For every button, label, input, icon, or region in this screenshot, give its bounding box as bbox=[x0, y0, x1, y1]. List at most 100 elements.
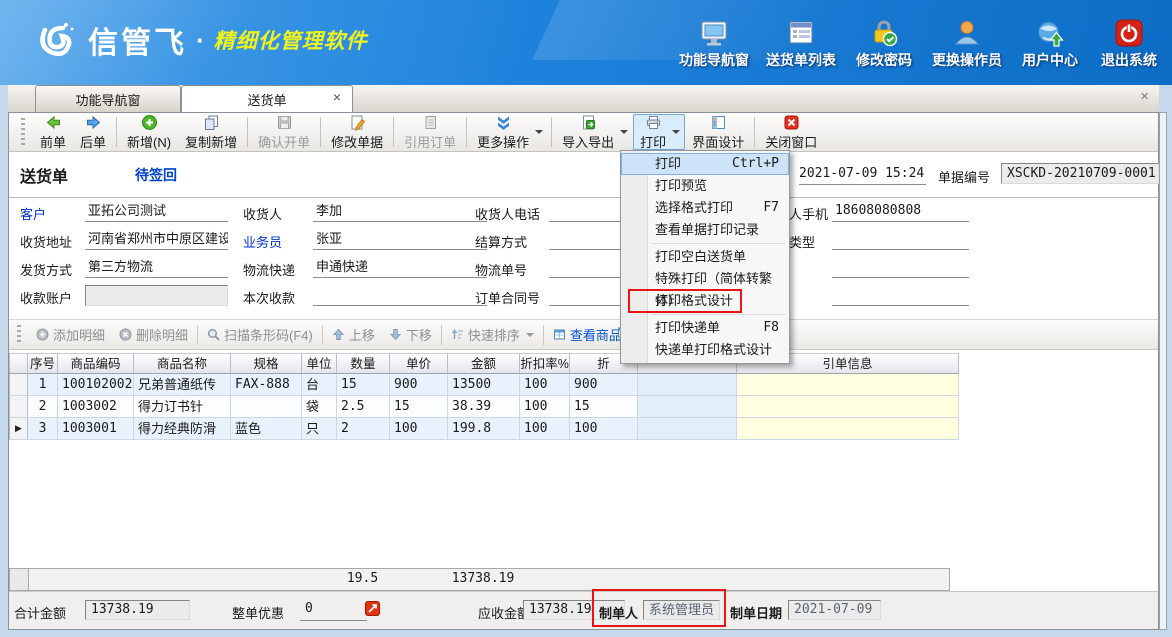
cell-hidden[interactable] bbox=[638, 374, 737, 396]
menu-item-view-print-log[interactable]: 查看单据打印记录 bbox=[621, 219, 789, 241]
cell-hidden[interactable] bbox=[638, 396, 737, 418]
move-down-button[interactable]: 下移 bbox=[382, 325, 439, 344]
scan-barcode-button[interactable]: 扫描条形码(F4) bbox=[200, 325, 320, 344]
cell-ref-info[interactable] bbox=[737, 418, 959, 440]
cell-product-code[interactable]: 100102002 bbox=[58, 374, 134, 396]
cell-spec[interactable]: FAX-888 bbox=[231, 374, 302, 396]
column-header-spec[interactable]: 规格 bbox=[231, 353, 302, 374]
menu-item-print-express[interactable]: 打印快递单F8 bbox=[621, 317, 789, 339]
cell-amount[interactable]: 38.39 bbox=[448, 396, 520, 418]
close-all-tabs-icon[interactable]: × bbox=[1140, 89, 1149, 104]
column-header-unit[interactable]: 单位 bbox=[302, 353, 337, 374]
logistics-field[interactable]: 申通快递 bbox=[313, 257, 487, 278]
cell-price[interactable]: 15 bbox=[390, 396, 448, 418]
column-header-qty[interactable]: 数量 bbox=[337, 353, 390, 374]
cell-unit[interactable]: 台 bbox=[302, 374, 337, 396]
menu-item-express-format-design[interactable]: 快递单打印格式设计 bbox=[621, 339, 789, 361]
column-header-discount-rate[interactable]: 折扣率% bbox=[520, 353, 570, 374]
menu-item-print-blank[interactable]: 打印空白送货单 bbox=[621, 246, 789, 268]
menu-item-print[interactable]: 打印Ctrl+P bbox=[621, 153, 789, 175]
tab-delivery-order[interactable]: 送货单× bbox=[181, 85, 353, 112]
menu-item-select-format-print[interactable]: 选择格式打印F7 bbox=[621, 197, 789, 219]
header-nav-user-center[interactable]: 用户中心 bbox=[1019, 18, 1081, 70]
menu-item-print-format-design[interactable]: 打印格式设计 bbox=[621, 290, 789, 312]
cell-qty[interactable]: 15 bbox=[337, 374, 390, 396]
column-header-product-name[interactable]: 商品名称 bbox=[134, 353, 231, 374]
row-selector-cell[interactable] bbox=[9, 396, 28, 418]
hidden-1-field[interactable] bbox=[832, 257, 969, 278]
cell-discount-rate[interactable]: 100 bbox=[520, 396, 570, 418]
account-field[interactable] bbox=[85, 285, 228, 306]
reference-order-button[interactable]: 引用订单 bbox=[397, 114, 463, 150]
copy-new-button[interactable]: 复制新增 bbox=[178, 114, 244, 150]
type-field[interactable] bbox=[832, 229, 969, 250]
address-field[interactable]: 河南省郑州市中原区建设路 bbox=[85, 229, 228, 250]
prev-order-button[interactable]: 前单 bbox=[33, 114, 73, 150]
cell-discount-rate[interactable]: 100 bbox=[520, 374, 570, 396]
header-nav-delivery-list[interactable]: 送货单列表 bbox=[766, 18, 836, 70]
cell-product-name[interactable]: 得力订书针 bbox=[134, 396, 231, 418]
receiver-field[interactable]: 李加 bbox=[313, 201, 487, 222]
cell-discounted[interactable]: 15 bbox=[570, 396, 638, 418]
discount-edit-button[interactable] bbox=[364, 600, 381, 617]
toolbar-grip[interactable] bbox=[21, 118, 25, 146]
current-row-marker[interactable]: ▶ bbox=[9, 418, 28, 440]
order-datetime-field[interactable]: 2021-07-09 15:24 bbox=[799, 164, 926, 185]
add-row-button[interactable]: 添加明细 bbox=[29, 325, 112, 344]
cell-amount[interactable]: 199.8 bbox=[448, 418, 520, 440]
vertical-scrollbar[interactable] bbox=[1159, 112, 1167, 630]
ship-method-field[interactable]: 第三方物流 bbox=[85, 257, 228, 278]
import-export-button[interactable]: 导入导出 bbox=[555, 114, 633, 150]
cell-discounted[interactable]: 100 bbox=[570, 418, 638, 440]
cell-product-name[interactable]: 得力经典防滑 bbox=[134, 418, 231, 440]
tab-close-icon[interactable]: × bbox=[333, 90, 341, 104]
cell-discount-rate[interactable]: 100 bbox=[520, 418, 570, 440]
cell-discounted[interactable]: 900 bbox=[570, 374, 638, 396]
cell-spec[interactable]: 蓝色 bbox=[231, 418, 302, 440]
cell-product-name[interactable]: 兄弟普通纸传 bbox=[134, 374, 231, 396]
hidden-2-field[interactable] bbox=[832, 285, 969, 306]
cell-hidden[interactable] bbox=[638, 418, 737, 440]
cell-ref-info[interactable] bbox=[737, 396, 959, 418]
move-up-button[interactable]: 上移 bbox=[325, 325, 382, 344]
column-header-selector[interactable] bbox=[9, 353, 28, 374]
cell-qty[interactable]: 2 bbox=[337, 418, 390, 440]
cell-product-code[interactable]: 1003001 bbox=[58, 418, 134, 440]
print-button[interactable]: 打印 bbox=[633, 114, 685, 150]
header-nav-function-nav[interactable]: 功能导航窗 bbox=[679, 18, 749, 70]
customer-field[interactable]: 亚拓公司测试 bbox=[85, 201, 228, 222]
menu-item-print-preview[interactable]: 打印预览 bbox=[621, 175, 789, 197]
column-header-amount[interactable]: 金额 bbox=[448, 353, 520, 374]
delete-row-button[interactable]: 删除明细 bbox=[112, 325, 195, 344]
ui-design-button[interactable]: 界面设计 bbox=[685, 114, 751, 150]
quick-sort-button[interactable]: 快速排序 bbox=[444, 325, 541, 344]
detail-toolbar-grip[interactable] bbox=[17, 325, 21, 345]
cell-price[interactable]: 100 bbox=[390, 418, 448, 440]
cell-amount[interactable]: 13500 bbox=[448, 374, 520, 396]
cell-unit[interactable]: 只 bbox=[302, 418, 337, 440]
confirm-order-button[interactable]: 确认开单 bbox=[251, 114, 317, 150]
header-nav-change-password[interactable]: 修改密码 bbox=[853, 18, 915, 70]
column-header-seq[interactable]: 序号 bbox=[28, 353, 58, 374]
header-nav-switch-operator[interactable]: 更换操作员 bbox=[932, 18, 1002, 70]
cell-unit[interactable]: 袋 bbox=[302, 396, 337, 418]
next-order-button[interactable]: 后单 bbox=[73, 114, 113, 150]
header-nav-exit-system[interactable]: 退出系统 bbox=[1098, 18, 1160, 70]
close-window-button[interactable]: 关闭窗口 bbox=[758, 114, 824, 150]
menu-item-special-print[interactable]: 特殊打印（简体转繁体） bbox=[621, 268, 789, 290]
payment-field[interactable] bbox=[313, 285, 487, 306]
salesman-field[interactable]: 张亚 bbox=[313, 229, 487, 250]
column-header-product-code[interactable]: 商品编码 bbox=[58, 353, 134, 374]
cell-seq[interactable]: 2 bbox=[28, 396, 58, 418]
cell-spec[interactable] bbox=[231, 396, 302, 418]
cell-price[interactable]: 900 bbox=[390, 374, 448, 396]
column-header-price[interactable]: 单价 bbox=[390, 353, 448, 374]
cell-seq[interactable]: 3 bbox=[28, 418, 58, 440]
cell-ref-info[interactable] bbox=[737, 374, 959, 396]
new-order-button[interactable]: 新增(N) bbox=[120, 114, 178, 150]
more-actions-button[interactable]: 更多操作 bbox=[470, 114, 548, 150]
cell-qty[interactable]: 2.5 bbox=[337, 396, 390, 418]
row-selector-cell[interactable] bbox=[9, 374, 28, 396]
modify-order-button[interactable]: 修改单据 bbox=[324, 114, 390, 150]
cell-seq[interactable]: 1 bbox=[28, 374, 58, 396]
